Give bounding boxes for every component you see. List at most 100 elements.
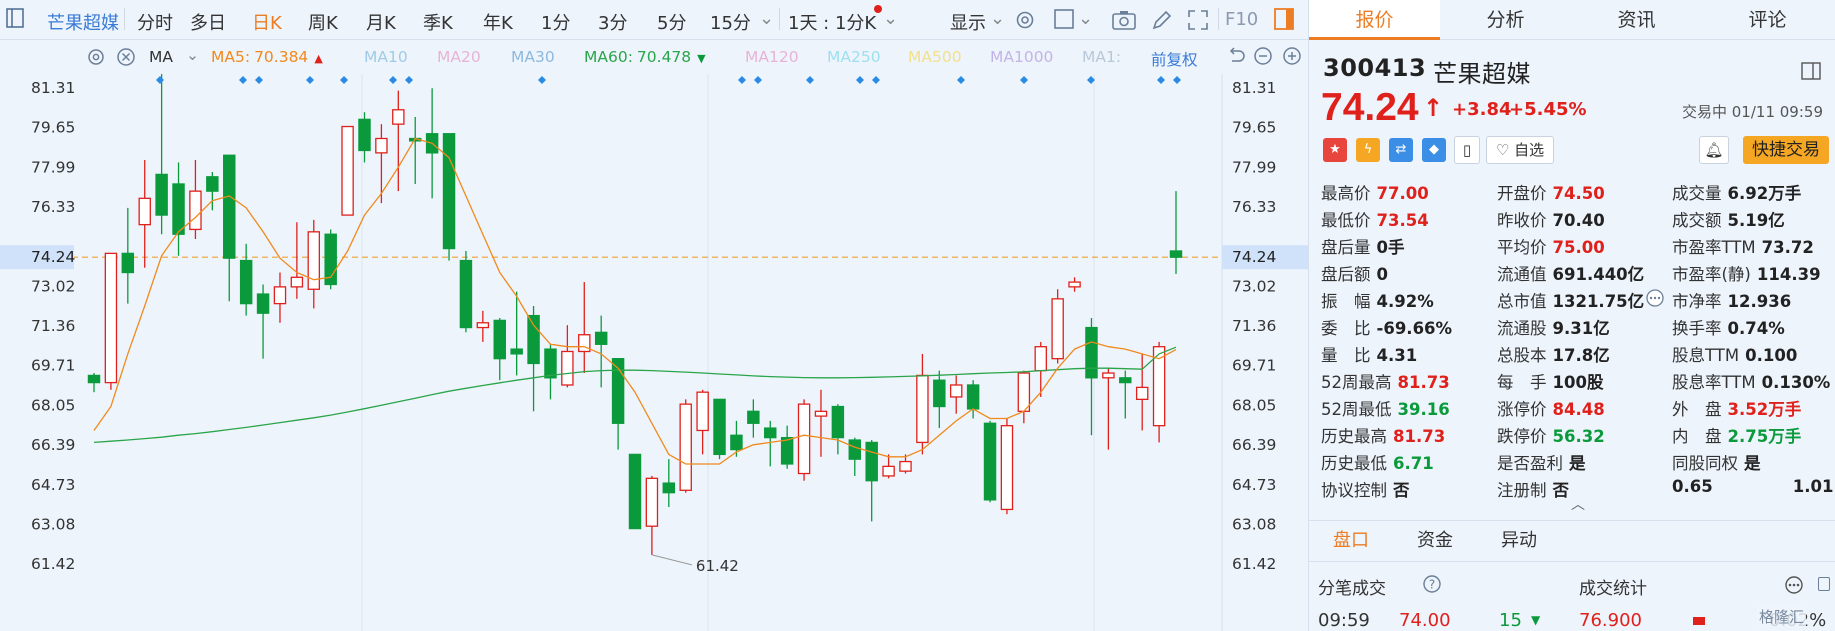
quote-item: 市盈率(静) 114.39 [1672, 261, 1821, 285]
y-tick-label-left: 61.42 [31, 555, 75, 573]
period-tab[interactable]: 3分 [598, 9, 627, 35]
camera-icon[interactable] [1112, 10, 1136, 35]
candle-body [1051, 298, 1064, 360]
chevron-down-icon[interactable]: ⌄ [883, 8, 898, 29]
ma-label: MA250 [827, 48, 881, 66]
period-tab[interactable]: 月K [366, 9, 396, 35]
add-watchlist-button[interactable]: ♡ 自选 [1486, 136, 1554, 164]
chevron-down-icon[interactable]: ⌄ [759, 8, 774, 29]
candle-body [206, 176, 219, 192]
svg-text:?: ? [1429, 578, 1435, 592]
candle-body [1034, 346, 1047, 372]
quote-item: 外 盘 3.52万手 [1672, 396, 1801, 420]
tab-analysis[interactable]: 分析 [1440, 0, 1571, 40]
ma-item[interactable]: MA60: 70.478 ▼ [584, 48, 706, 66]
period-tab[interactable]: 日K [252, 9, 282, 35]
quote-label: 最低价 [1321, 211, 1371, 230]
lightning-icon[interactable]: ϟ [1356, 138, 1380, 162]
period-tab[interactable]: 5分 [657, 9, 686, 35]
stock-name-tab[interactable]: 芒果超媒 [47, 9, 119, 35]
intraday-mode-select[interactable]: 1天 : 1分K [788, 9, 876, 35]
more-icon[interactable] [1645, 288, 1665, 312]
ma-item[interactable]: MA5: 70.384 ▲ [211, 48, 323, 66]
shuffle-icon[interactable]: ⇄ [1389, 138, 1413, 162]
candlestick-chart[interactable]: 81.31 81.31 79.65 79.65 77.99 77.99 76.33 76.33… [0, 74, 1308, 631]
zoom-out-icon[interactable] [1253, 46, 1273, 70]
sell-arrow-icon: ▼ [1531, 613, 1541, 627]
quote-item: 量 比 4.31 [1321, 342, 1417, 366]
tab-capital[interactable]: 资金 [1393, 521, 1477, 561]
ma-item[interactable]: MA20 [437, 48, 481, 66]
y-tick-label-left: 81.31 [31, 79, 75, 97]
china-flag-icon[interactable]: ★ [1323, 138, 1347, 162]
y-tick-label-left: 66.39 [31, 436, 75, 454]
chevron-down-icon[interactable]: ⌄ [990, 8, 1005, 29]
box-select-icon[interactable] [1054, 9, 1074, 34]
event-marker-icon [156, 76, 164, 84]
ma-item[interactable]: MA500 [908, 48, 962, 66]
quote-item: 注册制否 [1497, 477, 1569, 501]
quote-label: 市净率 [1672, 292, 1722, 311]
settings-icon[interactable] [1014, 9, 1036, 36]
ma-item[interactable]: MA1000 [990, 48, 1053, 66]
quote-value: 0.100 [1745, 346, 1798, 365]
settings-icon[interactable] [86, 47, 106, 71]
ma-item[interactable]: MA250 [827, 48, 881, 66]
bookmark-icon[interactable]: ▯ [1454, 136, 1480, 164]
quick-trade-button[interactable]: 快捷交易 [1743, 136, 1829, 164]
y-tick-label-right: 71.36 [1232, 317, 1276, 335]
candle-body [1102, 372, 1115, 379]
quote-value: 17.8亿 [1552, 346, 1610, 365]
fullscreen-icon[interactable] [1187, 9, 1209, 36]
tab-movement[interactable]: 异动 [1477, 521, 1561, 561]
layout-icon[interactable] [1801, 62, 1821, 84]
ma-item[interactable]: MA10 [364, 48, 408, 66]
undo-icon[interactable] [1226, 46, 1246, 70]
quote-value: 73.72 [1761, 238, 1814, 257]
candle-body [307, 231, 321, 290]
f10-button[interactable]: F10 [1225, 9, 1258, 30]
quote-label: 同股同权 [1672, 454, 1738, 473]
tab-quote[interactable]: 报价 [1309, 0, 1440, 40]
ma-item[interactable]: MA120 [745, 48, 799, 66]
more-icon[interactable] [1784, 575, 1804, 599]
sidebar-toggle-icon[interactable] [6, 8, 24, 33]
tab-comments[interactable]: 评论 [1702, 0, 1833, 40]
event-marker-icon [389, 76, 397, 84]
ma-label: MA10 [364, 48, 408, 66]
period-tab[interactable]: 1分 [541, 9, 570, 35]
bell-icon[interactable]: 🔔︎ [1699, 136, 1729, 164]
indicator-select[interactable]: MA [149, 48, 173, 66]
expand-icon[interactable] [1818, 577, 1830, 591]
period-tab[interactable]: 分时 [137, 9, 173, 35]
zoom-in-icon[interactable] [1282, 46, 1302, 70]
period-tab[interactable]: 多日 [190, 9, 226, 35]
quote-value: 0 [1376, 265, 1388, 284]
quote-value: 2.75万手 [1727, 427, 1802, 446]
tab-news[interactable]: 资讯 [1571, 0, 1702, 40]
event-marker-icon [856, 76, 864, 84]
adjust-mode-select[interactable]: 前复权 [1151, 48, 1198, 70]
quote-value: 84.48 [1552, 400, 1605, 419]
quote-label: 换手率 [1672, 319, 1722, 338]
display-menu[interactable]: 显示 [950, 9, 986, 35]
ma-label: MA1: [1082, 48, 1122, 66]
help-icon[interactable]: ? [1422, 574, 1442, 598]
quote-label: 最高价 [1321, 184, 1371, 203]
panel-toggle-icon[interactable] [1274, 8, 1294, 35]
period-tab[interactable]: 季K [423, 9, 453, 35]
ma-item[interactable]: MA30 [511, 48, 555, 66]
period-tab[interactable]: 年K [483, 9, 513, 35]
period-tab[interactable]: 15分 [710, 9, 751, 35]
tag-icon[interactable]: ◆ [1422, 138, 1446, 162]
ma-item[interactable]: MA1: [1082, 48, 1121, 66]
tab-order-book[interactable]: 盘口 [1309, 521, 1393, 561]
y-tick-label-left: 71.36 [31, 317, 75, 335]
close-icon[interactable] [116, 47, 136, 71]
chevron-down-icon[interactable]: ⌄ [1078, 8, 1093, 29]
pen-icon[interactable] [1151, 9, 1173, 36]
chevron-down-icon[interactable]: ⌄ [186, 46, 199, 64]
event-marker-icon [872, 76, 880, 84]
chevron-up-icon[interactable]: ︿ [1571, 494, 1585, 514]
period-tab[interactable]: 周K [308, 9, 338, 35]
